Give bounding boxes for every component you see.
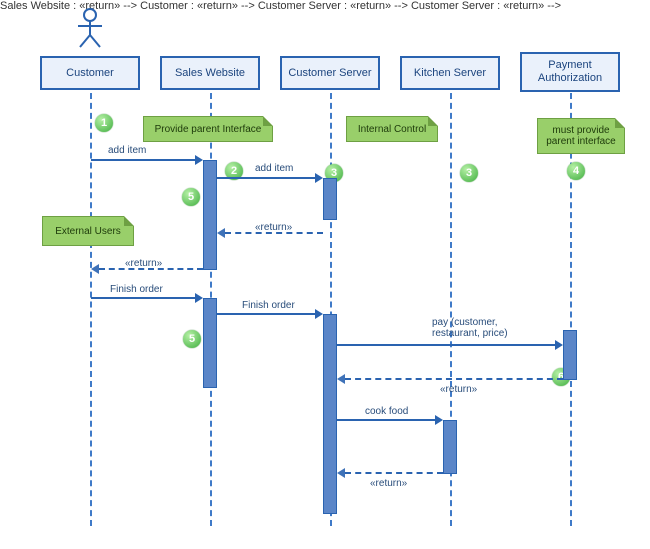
arrow-label-return-2: «return» <box>125 258 162 269</box>
note-text: must provide parent interface <box>544 125 618 147</box>
lifeline-head-sales-website: Sales Website <box>160 56 260 90</box>
badge-1: 1 <box>95 114 113 132</box>
arrow-label-finish-2: Finish order <box>242 300 295 311</box>
lifeline-head-customer-server: Customer Server <box>280 56 380 90</box>
badge-5b: 5 <box>183 330 201 348</box>
lifeline-head-kitchen-server: Kitchen Server <box>400 56 500 90</box>
lifeline-payment-auth <box>570 93 572 526</box>
note-parent-interface: Provide parent Interface <box>143 116 273 142</box>
lifeline-label: Payment Authorization <box>526 59 614 84</box>
lifeline-label: Sales Website <box>175 67 245 80</box>
note-text: Provide parent Interface <box>155 124 262 135</box>
activation-cust-server-2 <box>323 314 337 514</box>
activation-sales-1 <box>203 160 217 270</box>
sequence-diagram: Customer Sales Website Customer Server K… <box>0 0 650 549</box>
note-fold-icon <box>428 116 438 126</box>
badge-5a: 5 <box>182 188 200 206</box>
activation-cust-server-1 <box>323 178 337 220</box>
note-text: Internal Control <box>358 124 426 135</box>
arrow-label-pay: pay (customer, restaurant, price) <box>432 317 542 339</box>
note-fold-icon <box>124 216 134 226</box>
note-internal-control: Internal Control <box>346 116 438 142</box>
arrow-label-return-4: «return» <box>370 478 407 489</box>
note-must-provide: must provide parent interface <box>537 118 625 154</box>
badge-4: 4 <box>567 162 585 180</box>
note-text: External Users <box>55 226 121 237</box>
note-external-users: External Users <box>42 216 134 246</box>
actor-icon <box>76 8 104 48</box>
lifeline-customer <box>90 93 92 526</box>
arrow-label-add-item-2: add item <box>255 163 293 174</box>
activation-sales-2 <box>203 298 217 388</box>
lifeline-label: Customer <box>66 67 114 80</box>
note-fold-icon <box>263 116 273 126</box>
activation-payment <box>563 330 577 380</box>
lifeline-head-customer: Customer <box>40 56 140 90</box>
lifeline-label: Kitchen Server <box>414 67 486 80</box>
lifeline-head-payment-auth: Payment Authorization <box>520 52 620 92</box>
arrow-label-finish-1: Finish order <box>110 284 163 295</box>
activation-kitchen <box>443 420 457 474</box>
arrow-label-return-3: «return» <box>440 384 477 395</box>
lifeline-label: Customer Server <box>288 67 371 80</box>
note-fold-icon <box>615 118 625 128</box>
arrow-label-add-item-1: add item <box>108 145 146 156</box>
arrow-label-cook: cook food <box>365 406 408 417</box>
badge-3b: 3 <box>460 164 478 182</box>
arrow-label-return-1: «return» <box>255 222 292 233</box>
